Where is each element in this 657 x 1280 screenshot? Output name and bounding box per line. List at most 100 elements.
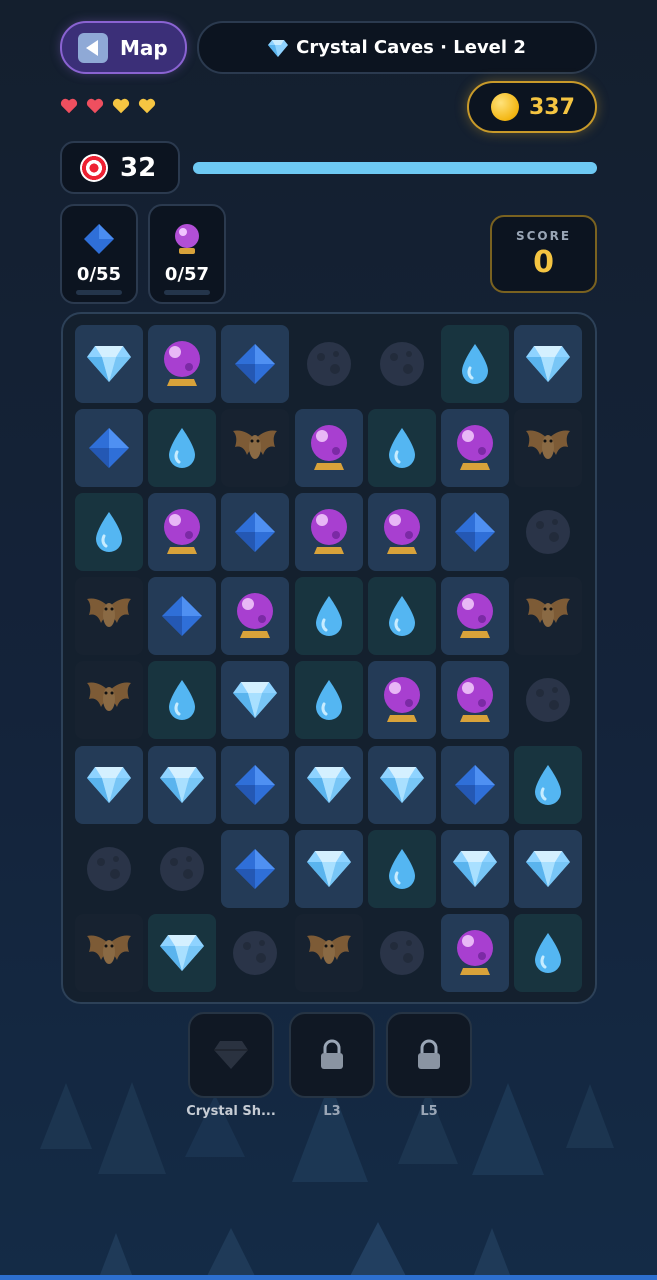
board-cell[interactable] xyxy=(441,577,509,656)
crystal-ball-icon xyxy=(160,507,204,557)
board-cell[interactable] xyxy=(295,325,363,403)
board-cell[interactable] xyxy=(148,577,217,656)
board-cell[interactable] xyxy=(294,493,363,572)
board-cell[interactable] xyxy=(367,745,436,824)
board-cell[interactable] xyxy=(514,493,582,571)
blue-diamond-icon xyxy=(160,594,204,638)
board-cell[interactable] xyxy=(294,409,363,488)
board-cell[interactable] xyxy=(294,913,363,992)
board-cell[interactable] xyxy=(294,577,363,656)
board-cell[interactable] xyxy=(75,830,143,908)
board-cell[interactable] xyxy=(221,661,290,740)
blue-diamond-icon xyxy=(233,763,277,807)
map-label: Map xyxy=(120,35,168,60)
board-cell[interactable] xyxy=(514,409,583,488)
board-cell[interactable] xyxy=(148,409,217,488)
board-cell[interactable] xyxy=(441,745,509,824)
board-cell[interactable] xyxy=(148,661,217,740)
crystal-ball-icon xyxy=(170,222,204,256)
board-cell[interactable] xyxy=(441,661,509,740)
board-cell[interactable] xyxy=(294,745,363,824)
board-cell[interactable] xyxy=(294,829,363,908)
board-cell[interactable] xyxy=(514,829,583,908)
booster-crystal-shard[interactable] xyxy=(188,1012,274,1098)
board-cell[interactable] xyxy=(221,829,290,908)
goal-count: 0/55 xyxy=(76,264,122,285)
water-drop-icon xyxy=(313,594,345,638)
water-drop-icon xyxy=(166,426,198,470)
goal-count: 0/57 xyxy=(164,264,210,285)
board-cell[interactable] xyxy=(368,914,436,992)
board-cell[interactable] xyxy=(367,829,436,908)
board-cell[interactable] xyxy=(441,409,509,488)
board-cell[interactable] xyxy=(514,745,583,824)
board-cell[interactable] xyxy=(75,745,143,824)
board-cell[interactable] xyxy=(514,661,582,739)
moon-rock-icon xyxy=(524,676,572,724)
crystal-ball-icon xyxy=(307,507,351,557)
board-cell[interactable] xyxy=(367,493,436,572)
bat-icon xyxy=(83,930,135,976)
map-button[interactable]: Map xyxy=(60,21,187,74)
gem-icon xyxy=(452,849,498,889)
blue-diamond-icon xyxy=(453,510,497,554)
board-cell[interactable] xyxy=(514,913,583,992)
board-cell[interactable] xyxy=(367,661,436,740)
coin-counter[interactable]: 337 xyxy=(467,81,597,133)
goal-progress xyxy=(76,290,122,295)
board-cell[interactable] xyxy=(514,577,583,656)
cave-spike xyxy=(98,1082,166,1174)
cave-spike xyxy=(205,1228,257,1280)
crystal-ball-icon xyxy=(233,591,277,641)
water-drop-icon xyxy=(532,931,564,975)
board-cell[interactable] xyxy=(514,325,583,403)
gem-icon xyxy=(306,765,352,805)
moon-rock-icon xyxy=(378,340,426,388)
board-cell[interactable] xyxy=(75,913,143,992)
board-cell[interactable] xyxy=(367,577,436,656)
game-board xyxy=(61,312,597,1004)
board-cell[interactable] xyxy=(294,661,363,740)
moves-counter: 32 xyxy=(60,141,180,194)
board-cell[interactable] xyxy=(75,577,143,656)
board-cell[interactable] xyxy=(221,914,289,992)
board-cell[interactable] xyxy=(441,493,509,572)
water-drop-icon xyxy=(532,763,564,807)
crystal-ball-icon xyxy=(453,591,497,641)
board-cell[interactable] xyxy=(75,661,143,740)
blue-diamond-icon xyxy=(87,426,131,470)
board-cell[interactable] xyxy=(221,409,290,488)
board-cell[interactable] xyxy=(441,829,509,908)
board-cell[interactable] xyxy=(441,913,509,992)
booster-locked-l3[interactable] xyxy=(289,1012,375,1098)
board-cell[interactable] xyxy=(221,325,290,403)
blue-diamond-icon xyxy=(82,222,116,256)
moon-rock-icon xyxy=(158,845,206,893)
board-cell[interactable] xyxy=(148,745,217,824)
blue-diamond-icon xyxy=(233,342,277,386)
coin-amount: 337 xyxy=(529,94,575,120)
booster-locked-l5[interactable] xyxy=(386,1012,472,1098)
board-cell[interactable] xyxy=(75,325,143,403)
lives xyxy=(60,97,156,115)
crystal-ball-icon xyxy=(453,675,497,725)
board-cell[interactable] xyxy=(148,830,216,908)
board-cell[interactable] xyxy=(148,493,217,572)
board-cell[interactable] xyxy=(75,493,143,572)
board-cell[interactable] xyxy=(221,577,290,656)
board-cell[interactable] xyxy=(148,325,217,403)
water-drop-icon xyxy=(313,678,345,722)
board-cell[interactable] xyxy=(367,409,436,488)
board-cell[interactable] xyxy=(441,325,509,403)
board-cell[interactable] xyxy=(221,493,290,572)
moon-rock-icon xyxy=(305,340,353,388)
board-cell[interactable] xyxy=(75,409,143,488)
cave-spike xyxy=(472,1083,544,1175)
board-cell[interactable] xyxy=(148,913,217,992)
board-cell[interactable] xyxy=(221,745,290,824)
board-cell[interactable] xyxy=(368,325,436,403)
bottom-bar xyxy=(0,1275,657,1280)
crystal-ball-icon xyxy=(453,928,497,978)
cave-spike xyxy=(566,1084,614,1148)
moves-progress-bar xyxy=(193,162,597,174)
